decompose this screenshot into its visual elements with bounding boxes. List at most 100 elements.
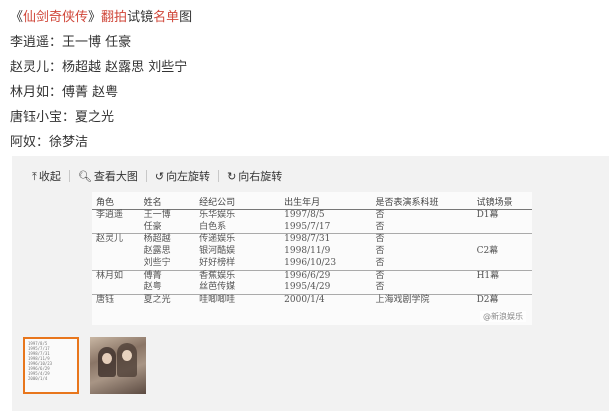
cell-role <box>92 246 144 258</box>
cell-scene <box>477 258 532 270</box>
cell-name: 夏之光 <box>143 293 200 307</box>
cast-line-tangyu-xiaobao: 唐钰小宝：夏之光 <box>10 110 115 125</box>
cell-scene: D2幕 <box>476 293 532 307</box>
collapse-label: 收起 <box>38 170 61 183</box>
toolbar-divider <box>218 170 220 182</box>
title-text-image: 图 <box>179 10 193 25</box>
cell-acting-major: 上海戏剧学院 <box>375 293 477 307</box>
cell-scene <box>477 282 532 294</box>
cell-acting-major: 否 <box>375 269 477 283</box>
view-large-button[interactable]: 🔍︎ 查看大图 <box>78 168 138 184</box>
collapse-arrow-icon: ⤒ <box>32 169 37 183</box>
title-bracket-open: 《 <box>10 10 24 25</box>
topic-link-remake[interactable]: 翻拍 <box>101 10 127 25</box>
cell-company: 好好榜样 <box>199 257 236 268</box>
cell-scene <box>476 233 532 247</box>
watermark: @新浪娱乐 <box>480 311 526 322</box>
table-row: 李逍遥 王一博 乐华娱乐 1997/8/5 否 D1幕 <box>92 208 532 222</box>
cell-birth: 1996/10/23 <box>284 257 337 268</box>
cell-acting-major: 否 <box>375 257 385 268</box>
cell-company: 传递娱乐 <box>199 233 285 247</box>
cell-company: 香蕉娱乐 <box>199 269 285 283</box>
cell-name: 刘些宁 <box>143 257 171 268</box>
cell-role: 林月如 <box>92 269 144 283</box>
thumbnail-line: 2000/1/4 <box>28 376 48 381</box>
cell-acting-major: 否 <box>375 282 385 293</box>
thumbnail-table-preview: 1997/8/5 1995/7/17 1998/7/31 1998/11/9 1996/… <box>25 339 77 383</box>
cell-name: 赵露思 <box>143 246 171 257</box>
col-header-birth: 出生年月 <box>284 192 376 210</box>
image-toolbar: ⤒ 收起 🔍︎ 查看大图 ↺ 向左旋转 ↻ 向右旋转 <box>12 156 609 196</box>
cell-name: 任豪 <box>143 221 162 232</box>
cell-role <box>92 258 144 270</box>
cell-acting-major: 否 <box>375 246 385 257</box>
cast-line-lin-yueru: 林月如：傅菁 赵粤 <box>10 85 119 100</box>
cell-company: 银河酷娱 <box>199 246 236 257</box>
cell-company: 哇唧唧哇 <box>199 293 285 307</box>
rotate-left-label: 向左旋转 <box>166 170 211 183</box>
table-row: 林月如 傅菁 香蕉娱乐 1996/6/29 否 H1幕 <box>92 269 532 283</box>
cell-company: 乐华娱乐 <box>199 208 285 222</box>
cell-role <box>92 282 144 294</box>
toolbar-divider <box>145 170 147 182</box>
thumbnail-photo[interactable] <box>90 337 146 394</box>
cell-name: 赵粤 <box>143 282 162 293</box>
table-row: 赵灵儿 杨超越 传递娱乐 1998/7/31 否 <box>92 233 532 247</box>
topic-link-xianjian[interactable]: 仙剑奇侠传 <box>23 10 88 25</box>
collapse-button[interactable]: ⤒ 收起 <box>32 168 61 184</box>
table-row: 赵露思 银河酷娱 1998/11/9 否 C2幕 <box>92 246 532 258</box>
cell-scene <box>477 222 532 234</box>
table-row: 任豪 白色系 1995/7/17 否 <box>92 222 532 234</box>
cell-birth: 1997/8/5 <box>284 208 376 222</box>
cell-name: 王一博 <box>143 208 200 222</box>
title-bracket-close: 》 <box>88 10 102 25</box>
cell-birth: 1995/4/29 <box>284 282 331 293</box>
cell-birth: 1998/11/9 <box>284 246 331 257</box>
col-header-name: 姓名 <box>143 192 200 210</box>
photo-face-left <box>102 353 112 364</box>
magnifier-icon: 🔍︎ <box>77 169 92 183</box>
cell-birth: 1996/6/29 <box>284 269 376 283</box>
photo-face-right <box>122 350 132 361</box>
rotate-left-button[interactable]: ↺ 向左旋转 <box>155 168 210 184</box>
cell-birth: 2000/1/4 <box>284 293 376 307</box>
cell-scene: H1幕 <box>476 269 532 283</box>
thumbnail-table-selected[interactable]: 1997/8/5 1995/7/17 1998/7/31 1998/11/9 1996/… <box>23 337 79 394</box>
table-row: 赵粤 丝芭传媒 1995/4/29 否 <box>92 282 532 294</box>
cell-role: 李逍遥 <box>92 208 144 222</box>
cell-role: 赵灵儿 <box>92 233 144 247</box>
cast-line-anu: 阿奴：徐梦洁 <box>10 135 89 150</box>
cell-scene: C2幕 <box>476 246 499 257</box>
rotate-right-icon: ↻ <box>227 169 237 183</box>
topic-link-list[interactable]: 名单 <box>153 10 179 25</box>
toolbar-divider <box>68 170 70 182</box>
cell-acting-major: 否 <box>375 221 385 232</box>
rotate-right-label: 向右旋转 <box>238 170 283 183</box>
cell-company: 白色系 <box>199 221 227 232</box>
cast-table: 角色 姓名 经纪公司 出生年月 是否表演系科班 试镜场景 李逍遥 王一博 乐华娱乐 1… <box>92 192 532 307</box>
post-title-line: 《仙剑奇侠传》翻拍试镜名单图 <box>10 6 192 25</box>
cell-name: 杨超越 <box>143 233 200 247</box>
enlarged-image-cast-table[interactable]: 角色 姓名 经纪公司 出生年月 是否表演系科班 试镜场景 李逍遥 王一博 乐华娱乐 1… <box>92 192 532 325</box>
cell-role <box>92 222 144 234</box>
cell-acting-major: 否 <box>375 233 477 247</box>
col-header-acting-major: 是否表演系科班 <box>375 192 477 210</box>
rotate-left-icon: ↺ <box>154 169 165 183</box>
cast-line-zhao-linger: 赵灵儿：杨超越 赵露思 刘些宁 <box>10 60 188 75</box>
cast-line-li-xiaoyao: 李逍遥：王一博 任豪 <box>10 35 132 50</box>
table-row: 唐钰 夏之光 哇唧唧哇 2000/1/4 上海戏剧学院 D2幕 <box>92 293 532 307</box>
cell-birth: 1998/7/31 <box>284 233 376 247</box>
title-text-audition: 试镜 <box>127 10 154 25</box>
view-large-label: 查看大图 <box>93 170 138 183</box>
cell-scene: D1幕 <box>476 208 532 222</box>
col-header-company: 经纪公司 <box>199 192 285 210</box>
cell-name: 傅菁 <box>143 269 200 283</box>
image-viewer: ⤒ 收起 🔍︎ 查看大图 ↺ 向左旋转 ↻ 向右旋转 角色 姓名 经纪公司 出生… <box>12 156 609 411</box>
cell-company: 丝芭传媒 <box>199 282 236 293</box>
table-row: 刘些宁 好好榜样 1996/10/23 否 <box>92 258 532 270</box>
rotate-right-button[interactable]: ↻ 向右旋转 <box>227 168 282 184</box>
cell-acting-major: 否 <box>375 208 477 222</box>
col-header-role: 角色 <box>92 192 144 210</box>
cell-role: 唐钰 <box>92 293 144 307</box>
col-header-scene: 试镜场景 <box>476 192 532 210</box>
